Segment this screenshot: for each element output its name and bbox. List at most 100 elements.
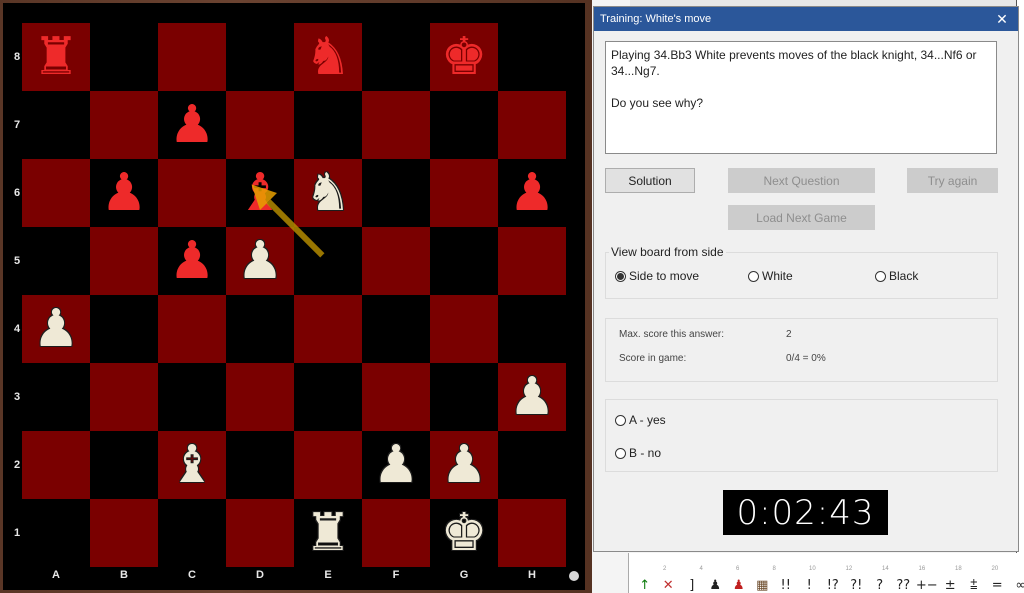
blunder-icon[interactable]: ??: [892, 578, 916, 593]
square-e4[interactable]: [294, 295, 362, 363]
white-pawn-icon[interactable]: ♟: [498, 363, 566, 431]
square-b8[interactable]: [90, 23, 158, 91]
black-bishop-icon[interactable]: ♝: [226, 159, 294, 227]
black-pawn-icon[interactable]: ♟: [158, 227, 226, 295]
square-c6[interactable]: [158, 159, 226, 227]
dialog-titlebar: Training: White's move ✕: [594, 7, 1018, 31]
white-slightly-better-icon[interactable]: ⩲: [962, 578, 986, 593]
square-g7[interactable]: [430, 91, 498, 159]
square-e3[interactable]: [294, 363, 362, 431]
square-f4[interactable]: [362, 295, 430, 363]
white-rook-icon[interactable]: ♜: [294, 499, 362, 567]
square-b1[interactable]: [90, 499, 158, 567]
answer-a-radio[interactable]: A - yes: [615, 413, 666, 427]
white-king-icon[interactable]: ♚: [430, 499, 498, 567]
square-b5[interactable]: [90, 227, 158, 295]
square-h1[interactable]: [498, 499, 566, 567]
square-f8[interactable]: [362, 23, 430, 91]
good-icon[interactable]: !: [798, 578, 822, 593]
square-a2[interactable]: [22, 431, 90, 499]
next-question-button[interactable]: Next Question: [728, 168, 875, 193]
white-pawn-icon[interactable]: ♟: [362, 431, 430, 499]
square-d1[interactable]: [226, 499, 294, 567]
axis-tick: 2: [663, 566, 667, 572]
square-a6[interactable]: [22, 159, 90, 227]
square-h4[interactable]: [498, 295, 566, 363]
square-d8[interactable]: [226, 23, 294, 91]
board-icon[interactable]: ▦: [751, 578, 775, 593]
square-c8[interactable]: [158, 23, 226, 91]
brilliant-icon[interactable]: !!: [774, 578, 798, 593]
bracket-icon[interactable]: ]: [680, 578, 704, 593]
white-bishop-icon[interactable]: ♝: [158, 431, 226, 499]
square-h8[interactable]: [498, 23, 566, 91]
square-d4[interactable]: [226, 295, 294, 363]
rank-label: 3: [13, 391, 21, 403]
dubious-icon[interactable]: ?!: [845, 578, 869, 593]
square-f3[interactable]: [362, 363, 430, 431]
square-g4[interactable]: [430, 295, 498, 363]
equal-icon[interactable]: =: [986, 578, 1010, 593]
load-next-game-button[interactable]: Load Next Game: [728, 205, 875, 230]
square-h7[interactable]: [498, 91, 566, 159]
square-b2[interactable]: [90, 431, 158, 499]
try-again-button[interactable]: Try again: [907, 168, 998, 193]
square-c3[interactable]: [158, 363, 226, 431]
black-rook-icon[interactable]: ♜: [22, 23, 90, 91]
square-g6[interactable]: [430, 159, 498, 227]
white-pawn-icon[interactable]: ♟: [22, 295, 90, 363]
square-f6[interactable]: [362, 159, 430, 227]
square-a3[interactable]: [22, 363, 90, 431]
rank-label: 4: [13, 323, 21, 335]
unclear-icon[interactable]: ∞: [1009, 578, 1024, 593]
square-h2[interactable]: [498, 431, 566, 499]
radio-white[interactable]: White: [748, 269, 793, 283]
axis-tick: 8: [772, 566, 776, 572]
red-piece-icon[interactable]: ♟: [727, 578, 751, 593]
square-a1[interactable]: [22, 499, 90, 567]
square-b3[interactable]: [90, 363, 158, 431]
square-c1[interactable]: [158, 499, 226, 567]
square-d3[interactable]: [226, 363, 294, 431]
square-f7[interactable]: [362, 91, 430, 159]
white-winning-icon[interactable]: +−: [915, 578, 939, 593]
mistake-icon[interactable]: ?: [868, 578, 892, 593]
black-king-icon[interactable]: ♚: [430, 23, 498, 91]
interesting-icon[interactable]: !?: [821, 578, 845, 593]
white-pawn-icon[interactable]: ♟: [226, 227, 294, 295]
rank-label: 5: [13, 255, 21, 267]
white-better-icon[interactable]: ±: [939, 578, 963, 593]
chess-board[interactable]: 8 7 6 5 4 3 2 1 A B C D E F G H ♜ ♞ ♚ ♟ ♟ ♝ ♞ ♟ ♟ ♟ ♟ ♟ ♝ ♟ ♟ ♜ ♚: [3, 3, 585, 590]
arrow-up-icon[interactable]: ↑: [633, 578, 657, 593]
square-a5[interactable]: [22, 227, 90, 295]
square-g3[interactable]: [430, 363, 498, 431]
square-e5[interactable]: [294, 227, 362, 295]
square-h5[interactable]: [498, 227, 566, 295]
white-pawn-icon[interactable]: ♟: [430, 431, 498, 499]
square-c4[interactable]: [158, 295, 226, 363]
square-f5[interactable]: [362, 227, 430, 295]
square-f1[interactable]: [362, 499, 430, 567]
square-g5[interactable]: [430, 227, 498, 295]
black-pawn-icon[interactable]: ♟: [90, 159, 158, 227]
white-knight-icon[interactable]: ♞: [294, 159, 362, 227]
side-to-move-indicator: [569, 571, 579, 581]
file-label: G: [459, 569, 469, 581]
answer-b-radio[interactable]: B - no: [615, 446, 661, 460]
square-b4[interactable]: [90, 295, 158, 363]
delete-icon[interactable]: ✕: [657, 578, 681, 593]
square-e2[interactable]: [294, 431, 362, 499]
black-knight-icon[interactable]: ♞: [294, 23, 362, 91]
square-d7[interactable]: [226, 91, 294, 159]
radio-black[interactable]: Black: [875, 269, 918, 283]
black-pawn-icon[interactable]: ♟: [498, 159, 566, 227]
radio-side-to-move[interactable]: Side to move: [615, 269, 699, 283]
black-pawn-icon[interactable]: ♟: [158, 91, 226, 159]
black-piece-icon[interactable]: ♟: [704, 578, 728, 593]
square-b7[interactable]: [90, 91, 158, 159]
square-a7[interactable]: [22, 91, 90, 159]
close-icon[interactable]: ✕: [994, 11, 1010, 28]
square-d2[interactable]: [226, 431, 294, 499]
square-e7[interactable]: [294, 91, 362, 159]
solution-button[interactable]: Solution: [605, 168, 695, 193]
